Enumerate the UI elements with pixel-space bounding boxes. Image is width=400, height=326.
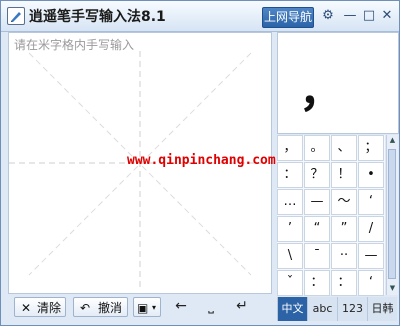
symbol-cell[interactable]: 。 bbox=[304, 135, 330, 161]
symbol-cell[interactable]: ’ bbox=[277, 216, 303, 242]
tab-2[interactable]: 123 bbox=[337, 297, 367, 321]
scroll-thumb[interactable] bbox=[388, 149, 396, 279]
symbol-cell[interactable]: — bbox=[304, 189, 330, 215]
symbol-cell[interactable]: ， bbox=[277, 135, 303, 161]
symbol-cell[interactable]: • bbox=[358, 162, 384, 188]
symbol-cell[interactable]: \ bbox=[277, 243, 303, 269]
tab-0[interactable]: 中文 bbox=[277, 297, 307, 321]
symbol-cell[interactable]: — bbox=[358, 243, 384, 269]
symbol-cell[interactable]: ” bbox=[331, 216, 357, 242]
x-icon: ✕ bbox=[21, 301, 32, 315]
symbol-cell[interactable]: ： bbox=[304, 270, 330, 296]
title-bar[interactable]: 逍遥笔手写输入法8.1 上网导航 ⚙ — □ ✕ bbox=[1, 1, 399, 32]
chevron-down-icon: ▾ bbox=[152, 303, 157, 312]
space-button[interactable]: ⎵ bbox=[201, 298, 221, 314]
symbol-cell[interactable]: ¯ bbox=[304, 243, 330, 269]
camera-icon: ▣ bbox=[137, 301, 149, 315]
symbol-cell[interactable]: … bbox=[277, 189, 303, 215]
close-button[interactable]: ✕ bbox=[379, 8, 395, 24]
candidate-preview[interactable]: ， bbox=[277, 32, 399, 134]
bottom-toolbar: ✕ 清除 ↶ 撤消 ▣ ▾ ← ⎵ ↵ bbox=[8, 295, 272, 319]
scroll-up-icon[interactable]: ▲ bbox=[387, 135, 398, 146]
symbol-cell[interactable]: / bbox=[358, 216, 384, 242]
symbol-cell[interactable]: ！ bbox=[331, 162, 357, 188]
symbol-cell[interactable]: ： bbox=[331, 270, 357, 296]
symbol-cell[interactable]: ‘ bbox=[358, 270, 384, 296]
input-hint: 请在米字格内手写输入 bbox=[14, 38, 135, 52]
symbol-cell[interactable]: “ bbox=[304, 216, 330, 242]
clear-button[interactable]: ✕ 清除 bbox=[14, 297, 66, 317]
gear-icon[interactable]: ⚙ bbox=[320, 8, 336, 24]
watermark-text: www.qinpinchang.com bbox=[127, 153, 276, 168]
symbol-scrollbar[interactable]: ▲ ▼ bbox=[386, 135, 398, 295]
left-arrow-button[interactable]: ← bbox=[171, 298, 191, 314]
input-mode-tabs: 中文 abc 123 日韩 bbox=[277, 297, 397, 321]
minimize-button[interactable]: — bbox=[342, 8, 358, 24]
symbol-cell[interactable]: ～ bbox=[331, 189, 357, 215]
undo-label: 撤消 bbox=[98, 301, 123, 315]
symbol-cell[interactable]: ·· bbox=[331, 243, 357, 269]
symbol-cell[interactable]: ？ bbox=[304, 162, 330, 188]
app-title: 逍遥笔手写输入法8.1 bbox=[29, 9, 166, 25]
tab-3[interactable]: 日韩 bbox=[367, 297, 397, 321]
undo-icon: ↶ bbox=[80, 301, 91, 315]
undo-button[interactable]: ↶ 撤消 bbox=[73, 297, 128, 317]
scroll-down-icon[interactable]: ▼ bbox=[387, 283, 398, 294]
tab-1[interactable]: abc bbox=[307, 297, 337, 321]
symbol-cell[interactable]: ‘ bbox=[358, 189, 384, 215]
preview-character: ， bbox=[299, 66, 343, 117]
clear-label: 清除 bbox=[37, 301, 62, 315]
symbol-cell[interactable]: ˇ bbox=[277, 270, 303, 296]
ime-window: 逍遥笔手写输入法8.1 上网导航 ⚙ — □ ✕ 请在米字格内手写输入 www.… bbox=[0, 0, 400, 326]
symbol-grid: ，。、；：？！ •… — ～ ‘’ “” / \ ¯ ·· — ˇ：： ‘ bbox=[277, 135, 385, 296]
symbol-cell[interactable]: 、 bbox=[331, 135, 357, 161]
symbol-cell[interactable]: ； bbox=[358, 135, 384, 161]
camera-button[interactable]: ▣ ▾ bbox=[133, 297, 161, 317]
web-navigation-button[interactable]: 上网导航 bbox=[262, 7, 314, 28]
symbol-cell[interactable]: ： bbox=[277, 162, 303, 188]
pen-icon bbox=[7, 7, 25, 25]
maximize-button[interactable]: □ bbox=[361, 8, 377, 24]
enter-button[interactable]: ↵ bbox=[232, 298, 252, 314]
handwriting-area[interactable]: 请在米字格内手写输入 www.qinpinchang.com bbox=[8, 32, 276, 294]
